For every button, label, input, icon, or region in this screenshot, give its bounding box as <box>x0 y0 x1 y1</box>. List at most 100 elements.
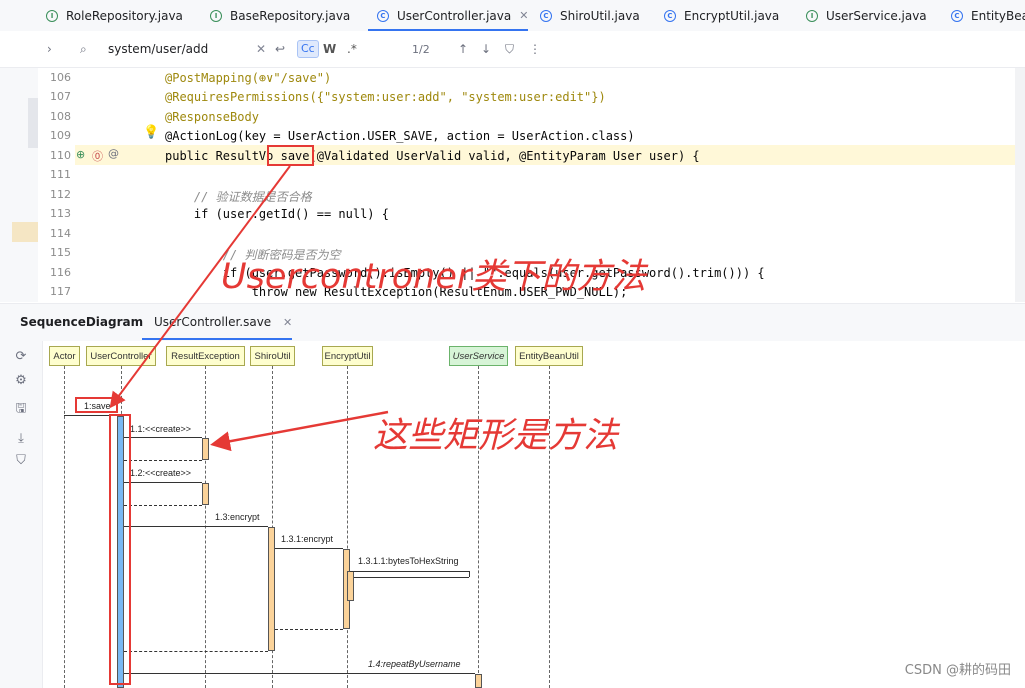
return-arrow <box>124 651 268 652</box>
class-icon: C <box>540 9 552 22</box>
code-line: @PostMapping(⊕∨"/save") <box>165 71 332 85</box>
highlight-box-save-method <box>267 145 314 166</box>
annotation-rect-method: 这些矩形是方法 <box>373 416 619 456</box>
return-arrow <box>275 629 343 630</box>
find-bar: › ⌕ system/user/add ✕ ↩ Cc W .* 1/2 ↑ ↓ … <box>0 31 1025 68</box>
tab-label: RoleRepository.java <box>66 8 183 23</box>
activation-user-service[interactable] <box>475 674 482 688</box>
words-toggle[interactable]: W <box>323 31 336 67</box>
class-icon: C <box>377 9 389 22</box>
highlight-box-save-message <box>75 397 118 413</box>
tab-label: EntityBea <box>971 8 1025 23</box>
line-number: 110 <box>50 149 71 162</box>
tab-user-service[interactable]: I UserService.java <box>806 0 927 31</box>
editor-tab-bar: I RoleRepository.java I BaseRepository.j… <box>0 0 1025 32</box>
arrow-up-icon[interactable]: ↑ <box>458 31 468 67</box>
activation-result-exception-2[interactable] <box>202 483 209 505</box>
arrow-down-icon[interactable]: ↓ <box>481 31 491 67</box>
code-line: @ActionLog(key = UserAction.USER_SAVE, a… <box>165 129 635 143</box>
close-icon[interactable]: ✕ <box>283 316 292 329</box>
message-label: 1.3.1:encrypt <box>281 534 334 544</box>
message-arrow <box>354 577 469 578</box>
chevron-right-icon[interactable]: › <box>47 31 52 67</box>
lifeline-dash <box>347 366 348 688</box>
code-line: @ResponseBody <box>165 110 259 124</box>
match-case-toggle[interactable]: Cc <box>297 40 319 58</box>
code-line: if (user.getId() == null) { <box>165 207 389 221</box>
lifeline-user-service[interactable]: UserService <box>449 346 508 366</box>
line-number: 113 <box>50 207 71 220</box>
tab-label: UserController.save <box>154 315 272 329</box>
close-icon[interactable]: ✕ <box>519 9 528 22</box>
self-call-line <box>469 571 470 577</box>
match-count: 1/2 <box>412 42 430 56</box>
editor-scrollbar[interactable] <box>1015 68 1025 302</box>
history-icon[interactable]: ↩ <box>275 31 285 67</box>
sequence-panel-header: SequenceDiagram UserController.save ✕ <box>0 303 1025 342</box>
code-line: public ResultVo save(@Validated UserVali… <box>165 149 700 163</box>
message-arrow <box>124 526 268 527</box>
tab-label: UserController.java <box>397 8 512 23</box>
tab-entity-bean[interactable]: C EntityBea <box>951 0 1025 31</box>
line-number: 109 <box>50 129 71 142</box>
line-number: 112 <box>50 188 71 201</box>
activation-shiro-encrypt[interactable] <box>268 527 275 651</box>
tab-encrypt-util[interactable]: C EncryptUtil.java <box>664 0 779 31</box>
lifeline-user-controller[interactable]: UserController <box>86 346 156 366</box>
lifeline-result-exception[interactable]: ResultException <box>166 346 245 366</box>
lifeline-encrypt-util[interactable]: EncryptUtil <box>322 346 373 366</box>
lifeline-entity-bean-util[interactable]: EntityBeanUtil <box>515 346 583 366</box>
filter-icon[interactable]: ⛉ <box>13 453 29 469</box>
message-arrow <box>124 482 202 483</box>
lifeline-dash <box>205 366 206 688</box>
lightbulb-icon[interactable]: 💡 <box>143 125 159 140</box>
tab-shiro-util[interactable]: C ShiroUtil.java <box>540 0 640 31</box>
filter-icon[interactable]: ⛉ <box>505 31 514 67</box>
line-number: 115 <box>50 246 71 259</box>
watermark: CSDN @耕的码田 <box>904 663 1011 678</box>
line-number: 107 <box>50 90 71 103</box>
message-arrow <box>124 673 475 674</box>
lifeline-actor[interactable]: Actor <box>49 346 80 366</box>
tab-label: UserService.java <box>826 8 927 23</box>
regex-toggle[interactable]: .* <box>347 31 357 67</box>
message-label: 1.3.1.1:bytesToHexString <box>358 556 459 566</box>
active-tab-indicator <box>142 338 292 340</box>
search-input[interactable]: system/user/add <box>108 31 208 67</box>
activation-result-exception-1[interactable] <box>202 438 209 460</box>
message-arrow <box>275 548 343 549</box>
gutter-marker <box>28 98 38 148</box>
line-number: 117 <box>50 285 71 298</box>
mapping-icon[interactable]: ⓪ <box>92 148 103 164</box>
return-arrow <box>124 460 202 461</box>
sequence-toolbar: ⟳ ⚙ 🖫 ⤓ ⛉ <box>0 341 43 688</box>
more-icon[interactable]: ⋮ <box>529 31 541 67</box>
endpoint-icon[interactable]: ⊕ <box>76 148 85 161</box>
class-icon: C <box>664 9 676 22</box>
activation-bytes-to-hex[interactable] <box>347 571 354 601</box>
tab-base-repository[interactable]: I BaseRepository.java <box>210 0 350 31</box>
message-label: 1.2:<<create>> <box>130 468 192 478</box>
message-arrow <box>350 571 470 572</box>
lifeline-shiro-util[interactable]: ShiroUtil <box>250 346 295 366</box>
refresh-icon[interactable]: ⟳ <box>13 349 29 365</box>
gutter-marker <box>12 222 38 242</box>
clear-icon[interactable]: ✕ <box>256 31 266 67</box>
save-icon[interactable]: 🖫 <box>13 401 29 417</box>
return-arrow <box>124 505 202 506</box>
line-number: 108 <box>50 110 71 123</box>
tab-label: BaseRepository.java <box>230 8 351 23</box>
message-label: 1.1:<<create>> <box>130 424 192 434</box>
tab-sequence-diagram[interactable]: UserController.save ✕ <box>154 315 292 329</box>
export-icon[interactable]: ⤓ <box>13 431 29 447</box>
annotation-icon[interactable]: @ <box>108 147 119 160</box>
tab-label: EncryptUtil.java <box>684 8 780 23</box>
tab-user-controller[interactable]: C UserController.java ✕ <box>377 0 528 31</box>
settings-icon[interactable]: ⚙ <box>13 373 29 389</box>
tab-role-repository[interactable]: I RoleRepository.java <box>46 0 183 31</box>
sequence-diagram-canvas[interactable] <box>0 341 1025 688</box>
annotation-class-method: Usercontroner类下的方法 <box>221 257 647 297</box>
tab-label: ShiroUtil.java <box>560 8 640 23</box>
line-number: 114 <box>50 227 71 240</box>
interface-icon: I <box>806 9 818 22</box>
